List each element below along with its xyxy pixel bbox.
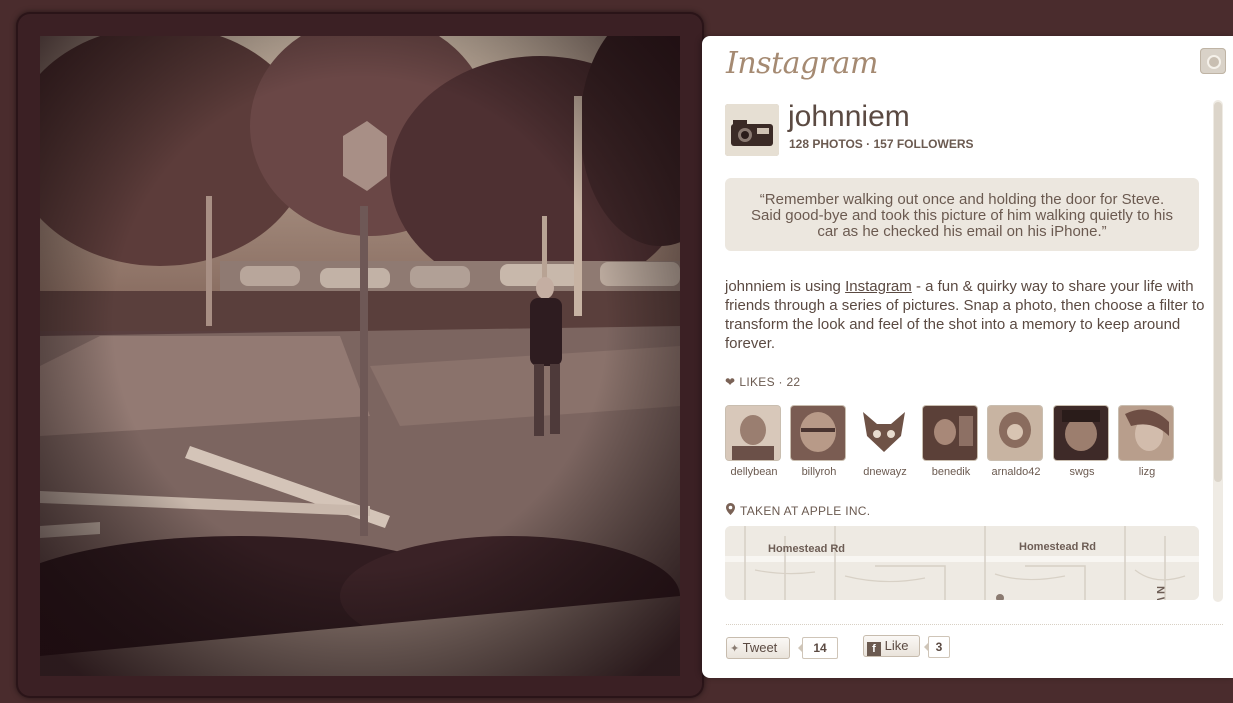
liker-item[interactable]: dellybean (726, 406, 782, 478)
liker-name[interactable]: dellybean (726, 466, 782, 478)
liker-avatar[interactable] (857, 406, 911, 460)
tweet-label: Tweet (742, 640, 778, 655)
liker-avatar[interactable] (988, 406, 1042, 460)
liker-item[interactable]: lizg (1119, 406, 1175, 478)
instagram-logo[interactable]: Instagram (726, 46, 878, 81)
twitter-bird-icon: ✦ (730, 643, 740, 655)
likes-count: LIKES · 22 (739, 375, 801, 389)
facebook-icon: f (867, 642, 881, 656)
liker-avatar[interactable] (726, 406, 780, 460)
scrollbar-thumb[interactable] (1214, 102, 1222, 482)
location-map[interactable]: Homestead Rd Homestead Rd N Wolfe R (725, 526, 1199, 600)
facebook-like-button[interactable]: f Like (863, 635, 920, 657)
profile-username[interactable]: johnniem (788, 100, 910, 134)
liker-name[interactable]: benedik (923, 466, 979, 478)
heart-icon: ❤ (725, 375, 736, 389)
liker-name[interactable]: billyroh (791, 466, 847, 478)
liker-name[interactable]: arnaldo42 (988, 466, 1044, 478)
description-text-before: johnniem is using (725, 278, 846, 295)
liker-name[interactable]: dnewayz (857, 466, 913, 478)
liker-name[interactable]: swgs (1054, 466, 1110, 478)
instagram-link[interactable]: Instagram (845, 278, 912, 295)
tweet-button[interactable]: ✦ Tweet (726, 637, 790, 659)
liker-item[interactable]: swgs (1054, 406, 1110, 478)
location-header: TAKEN AT APPLE INC. (726, 503, 870, 518)
profile-avatar[interactable] (725, 104, 779, 156)
photo-caption: “Remember walking out once and holding t… (725, 178, 1199, 251)
liker-name[interactable]: lizg (1119, 466, 1175, 478)
divider (726, 624, 1223, 625)
liker-item[interactable]: billyroh (791, 406, 847, 478)
photo-details-panel: Instagram johnniem 128 PHOTOS · 157 FOLL… (702, 36, 1233, 678)
photo-image (40, 36, 680, 676)
like-label: Like (884, 638, 909, 653)
tweet-count: 14 (798, 637, 838, 659)
app-description: johnniem is using Instagram - a fun & qu… (725, 277, 1205, 353)
liker-avatar[interactable] (1054, 406, 1108, 460)
liker-avatar[interactable] (791, 406, 845, 460)
main-photo[interactable] (40, 36, 680, 676)
map-road-label: Homestead Rd (768, 543, 846, 555)
liker-avatar[interactable] (1119, 406, 1173, 460)
location-pin-icon (726, 503, 735, 518)
location-label[interactable]: TAKEN AT APPLE INC. (740, 504, 870, 518)
like-count: 3 (924, 636, 950, 658)
map-road-label: Homestead Rd (1019, 541, 1097, 553)
liker-item[interactable]: benedik (923, 406, 979, 478)
map-road-label: N Wolfe R (1154, 586, 1166, 600)
profile-stats: 128 PHOTOS · 157 FOLLOWERS (789, 137, 974, 151)
camera-icon[interactable] (1200, 48, 1226, 74)
liker-avatar[interactable] (923, 406, 977, 460)
likes-header: ❤ LIKES · 22 (725, 375, 800, 389)
liker-item[interactable]: dnewayz (857, 406, 913, 478)
liker-item[interactable]: arnaldo42 (988, 406, 1044, 478)
scrollbar[interactable] (1213, 100, 1223, 602)
photo-frame (16, 12, 704, 698)
